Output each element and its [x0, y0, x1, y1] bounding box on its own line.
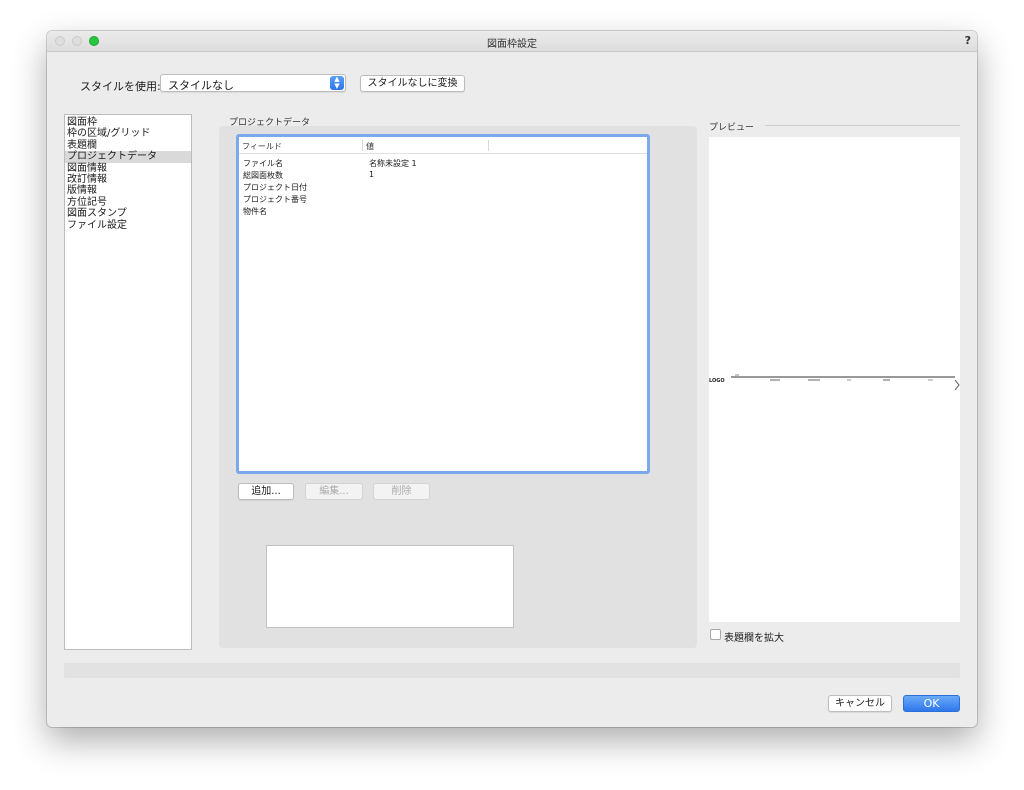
category-item-north-arrow[interactable]: 方位記号: [65, 197, 191, 208]
category-item-drawing-stamp[interactable]: 図面スタンプ: [65, 208, 191, 219]
description-box: [266, 545, 514, 628]
help-icon[interactable]: ?: [965, 34, 971, 47]
dialog-window: 図面枠設定 ? スタイルを使用: スタイルなし ▲ ▼ スタイルなしに変換 図面枠…: [47, 31, 977, 727]
edit-button[interactable]: 編集...: [305, 483, 363, 500]
expand-title-block-label[interactable]: 表題欄を拡大: [724, 629, 784, 644]
row-field: ファイル名: [243, 159, 283, 168]
convert-to-no-style-button[interactable]: スタイルなしに変換: [360, 75, 465, 92]
style-select-value: スタイルなし: [168, 79, 234, 92]
row-field: 総図面枚数: [243, 171, 283, 180]
preview-divider: [765, 125, 960, 126]
table-row[interactable]: ファイル名 名称未設定 1: [239, 158, 647, 169]
style-select[interactable]: スタイルなし ▲ ▼: [160, 74, 346, 92]
column-divider: [362, 140, 363, 151]
table-header: フィールド 値: [239, 137, 647, 154]
category-item-frame[interactable]: 図面枠: [65, 117, 191, 128]
expand-title-block-checkbox[interactable]: [710, 629, 721, 640]
category-item-sheet-info[interactable]: 図面情報: [65, 163, 191, 174]
cancel-button[interactable]: キャンセル: [828, 695, 892, 712]
category-item-zones-grid[interactable]: 枠の区域/グリッド: [65, 128, 191, 139]
style-label: スタイルを使用:: [80, 80, 161, 93]
horizontal-scrollbar[interactable]: [64, 663, 960, 678]
table-row[interactable]: プロジェクト日付: [239, 182, 647, 193]
delete-button[interactable]: 削除: [373, 483, 430, 500]
project-data-table[interactable]: フィールド 値 ファイル名 名称未設定 1 総図面枚数 1 プロジェクト日付 プ…: [236, 134, 650, 474]
preview-canvas: LOGO: [709, 137, 960, 622]
category-list: 図面枠 枠の区域/グリッド 表題欄 プロジェクトデータ 図面情報 改訂情報 版情…: [64, 114, 192, 650]
row-value: 名称未設定 1: [369, 159, 417, 168]
ok-button[interactable]: OK: [903, 695, 960, 712]
row-field: 物件名: [243, 207, 267, 216]
table-row[interactable]: プロジェクト番号: [239, 194, 647, 205]
add-button[interactable]: 追加...: [238, 483, 294, 500]
category-item-issue-info[interactable]: 版情報: [65, 185, 191, 196]
row-field: プロジェクト日付: [243, 183, 307, 192]
title-bar: 図面枠設定 ?: [47, 31, 977, 52]
row-field: プロジェクト番号: [243, 195, 307, 204]
column-header-field[interactable]: フィールド: [242, 141, 282, 152]
chevron-up-down-icon: ▲ ▼: [330, 76, 344, 90]
category-item-title-block[interactable]: 表題欄: [65, 140, 191, 151]
row-value: 1: [369, 170, 375, 179]
table-row[interactable]: 物件名: [239, 206, 647, 217]
column-divider: [488, 140, 489, 151]
column-header-value[interactable]: 値: [366, 141, 374, 152]
table-row[interactable]: 総図面枚数 1: [239, 170, 647, 181]
window-title: 図面枠設定: [487, 39, 537, 50]
title-block-preview-graphic: [731, 374, 960, 391]
preview-label: プレビュー: [709, 123, 755, 133]
category-item-revision-info[interactable]: 改訂情報: [65, 174, 191, 185]
category-item-project-data[interactable]: プロジェクトデータ: [65, 151, 191, 163]
category-item-file-settings[interactable]: ファイル設定: [65, 220, 191, 231]
chevron-right-icon: [954, 379, 960, 391]
